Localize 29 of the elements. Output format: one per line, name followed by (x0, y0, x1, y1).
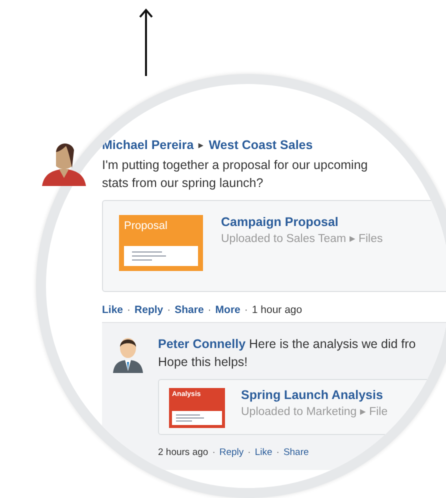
action-link[interactable]: Like (102, 304, 124, 316)
attachment-title[interactable]: Campaign Proposal (221, 215, 383, 229)
action-link[interactable]: Like (254, 447, 272, 458)
action-link[interactable]: Share (174, 304, 204, 316)
action-link[interactable]: Reply (219, 447, 244, 458)
separator-dot: · (248, 447, 251, 458)
separator-dot: · (212, 447, 216, 458)
action-link[interactable]: Share (283, 447, 309, 458)
post-text: I'm putting together a proposal for our upcoming stats from our spring launch? (102, 157, 369, 192)
up-arrow (139, 8, 153, 76)
author-link[interactable]: Peter Connelly (158, 337, 246, 351)
reply-text: Peter Connelly Here is the analysis we did fro Hope this helps! (158, 336, 417, 371)
separator-dot: · (208, 304, 212, 316)
separator-dot: · (244, 304, 248, 316)
document-thumbnail: Proposal (119, 215, 203, 271)
separator-dot: · (276, 447, 280, 458)
separator-arrow: ▸ (198, 140, 204, 150)
separator-dot: · (127, 304, 131, 316)
avatar-icon (112, 335, 144, 373)
author-link[interactable]: Michael Pereira (102, 138, 194, 152)
group-link[interactable]: West Coast Sales (208, 138, 313, 152)
action-link[interactable]: More (215, 304, 240, 316)
timestamp: 2 hours ago (158, 447, 208, 458)
separator-dot: · (167, 304, 171, 316)
timestamp: 1 hour ago (252, 304, 302, 316)
attachment-location: Uploaded to Sales Team ▸ Files (221, 232, 383, 245)
attachment-location: Uploaded to Marketing ▸ File (241, 405, 388, 418)
attachment-title[interactable]: Spring Launch Analysis (241, 388, 388, 402)
action-link[interactable]: Reply (134, 304, 164, 316)
